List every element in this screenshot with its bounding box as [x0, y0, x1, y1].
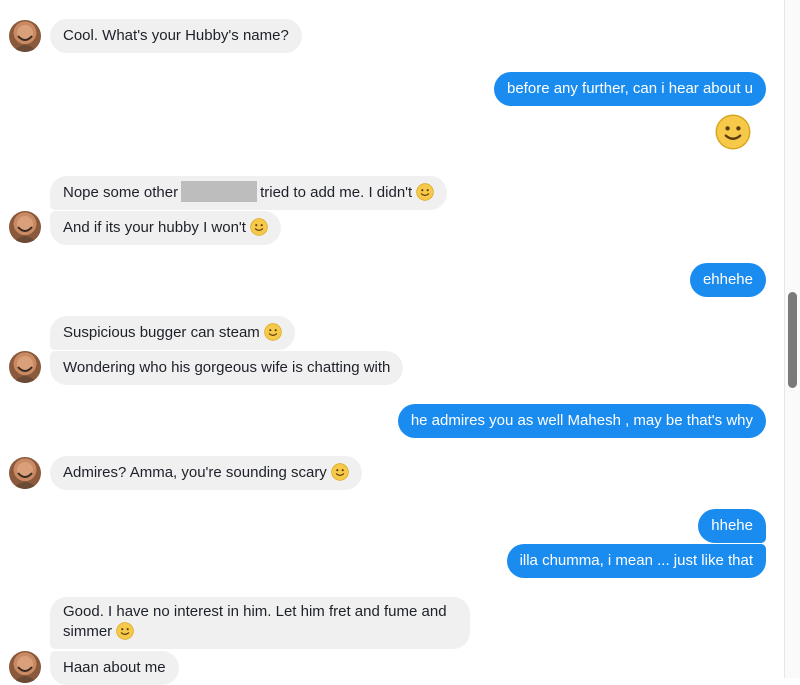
contact-avatar[interactable]: [9, 351, 41, 383]
outgoing-message[interactable]: before any further, can i hear about u: [494, 72, 766, 106]
message-text: And if its your hubby I won't: [63, 219, 246, 236]
message-text: Wondering who his gorgeous wife is chatt…: [63, 359, 391, 376]
smiley-sticker-icon: [715, 114, 751, 150]
message-text: Haan about me: [63, 659, 166, 676]
outgoing-message[interactable]: he admires you as well Mahesh , may be t…: [397, 404, 766, 438]
message-text: ehhehe: [702, 271, 753, 288]
smiley-icon: [116, 621, 135, 640]
outgoing-message[interactable]: ehhehe: [689, 263, 766, 297]
message-text: hhehe: [711, 517, 753, 534]
contact-avatar[interactable]: [9, 651, 41, 683]
chat-thread[interactable]: Cool. What's your Hubby's name? before a…: [0, 0, 785, 685]
message-text: he admires you as well Mahesh , may be t…: [410, 412, 753, 429]
contact-avatar[interactable]: [9, 457, 41, 489]
contact-avatar[interactable]: [9, 20, 41, 52]
redacted-name: [181, 181, 258, 203]
smiley-icon: [330, 462, 349, 481]
outgoing-message[interactable]: hhehe: [698, 509, 766, 543]
incoming-message[interactable]: Wondering who his gorgeous wife is chatt…: [50, 351, 404, 385]
incoming-message[interactable]: Admires? Amma, you're sounding scary: [50, 456, 362, 490]
message-text: Cool. What's your Hubby's name?: [63, 27, 289, 44]
contact-avatar[interactable]: [9, 211, 41, 243]
smiley-icon: [416, 182, 435, 201]
incoming-message[interactable]: Suspicious bugger can steam: [50, 316, 295, 350]
message-text: Suspicious bugger can steam: [63, 324, 260, 341]
incoming-message[interactable]: And if its your hubby I won't: [50, 211, 281, 245]
message-text: Nope some other: [63, 184, 179, 201]
incoming-message[interactable]: Haan about me: [50, 651, 179, 685]
smiley-icon: [250, 217, 268, 236]
incoming-message[interactable]: Nope some other tried to add me. I didn't: [50, 176, 448, 210]
message-text: illa chumma, i mean ... just like that: [519, 552, 753, 569]
message-text: before any further, can i hear about u: [507, 80, 753, 97]
message-text: Admires? Amma, you're sounding scary: [63, 464, 327, 481]
incoming-message[interactable]: Good. I have no interest in him. Let him…: [50, 597, 470, 649]
outgoing-message[interactable]: illa chumma, i mean ... just like that: [506, 544, 766, 578]
smiley-icon: [263, 322, 282, 341]
message-text: tried to add me. I didn't: [260, 184, 413, 201]
scrollbar-thumb[interactable]: [788, 292, 797, 388]
incoming-message[interactable]: Cool. What's your Hubby's name?: [50, 19, 302, 53]
scrollbar[interactable]: [784, 0, 800, 678]
